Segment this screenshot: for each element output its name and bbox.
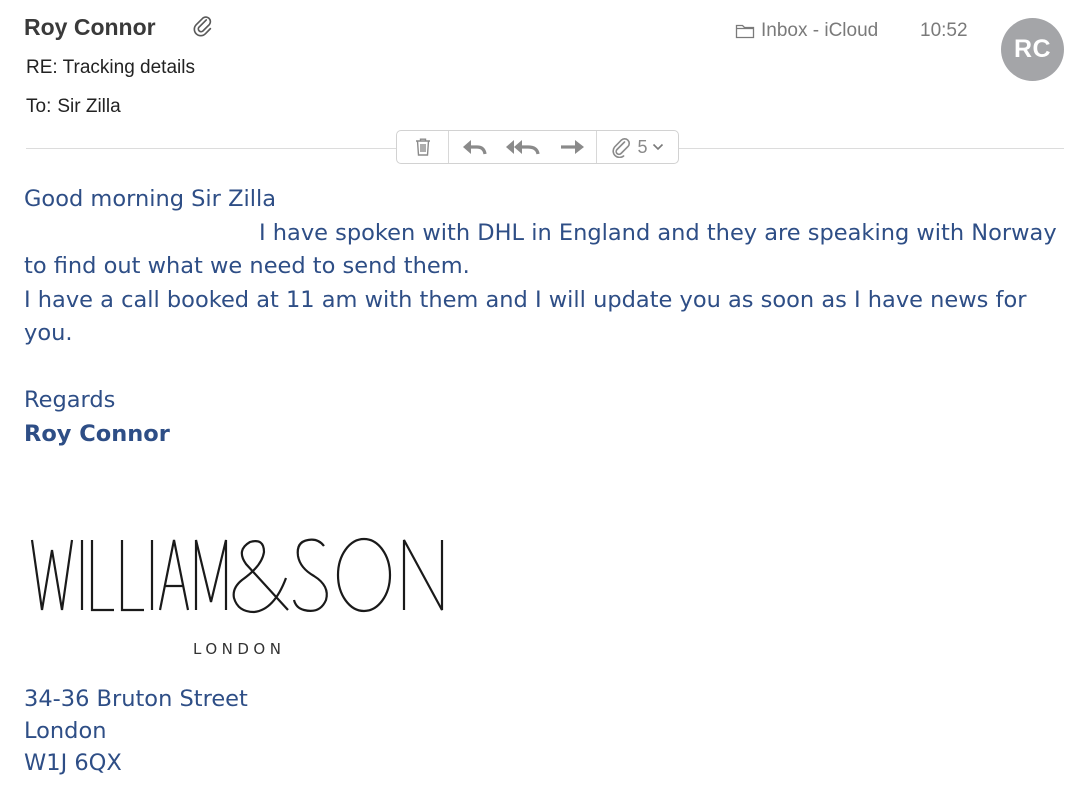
delete-button[interactable] — [397, 131, 449, 163]
attachments-button[interactable]: 5 — [597, 131, 678, 163]
message-header: Roy Connor RE: Tracking details To: Sir Z… — [0, 0, 1080, 170]
reply-actions — [449, 131, 597, 163]
reply-button[interactable] — [449, 131, 498, 163]
body-line: you. — [24, 320, 73, 346]
body-line: to find out what we need to send them. — [24, 253, 470, 279]
attachment-count: 5 — [637, 136, 648, 157]
forward-button[interactable] — [547, 131, 596, 163]
william-and-son-logo: LONDON — [30, 537, 444, 658]
folder-icon — [735, 24, 755, 39]
body-line: I have spoken with DHL in England and th… — [259, 219, 1057, 246]
greeting: Good morning Sir Zilla — [24, 186, 277, 212]
avatar[interactable]: RC — [1001, 18, 1064, 81]
chevron-down-icon — [652, 143, 663, 151]
message-toolbar: 5 — [396, 130, 679, 164]
signature-name: Roy Connor — [24, 420, 170, 447]
sender-name[interactable]: Roy Connor — [24, 14, 156, 41]
received-time: 10:52 — [920, 20, 968, 41]
subject-line: RE: Tracking details — [26, 57, 195, 78]
paperclip-icon — [193, 16, 215, 40]
mailbox-label[interactable]: Inbox - iCloud — [735, 20, 878, 42]
address-line: 34-36 Bruton Street — [24, 686, 248, 712]
mailbox-name: Inbox - iCloud — [761, 20, 879, 41]
forward-icon — [560, 140, 584, 154]
reply-icon — [462, 140, 487, 155]
message-body: Good morning Sir Zilla I have spoken wit… — [24, 183, 1064, 451]
address-line: W1J 6QX — [24, 750, 122, 776]
logo-city: LONDON — [193, 640, 285, 658]
address-line: London — [24, 718, 107, 744]
to-label: To: — [26, 96, 52, 117]
address-block: 34-36 Bruton Street London W1J 6QX — [24, 683, 248, 779]
recipient-line: To: Sir Zilla — [26, 96, 121, 118]
closing: Regards — [24, 387, 116, 413]
trash-icon — [415, 138, 430, 156]
paperclip-icon — [612, 137, 631, 158]
reply-all-button[interactable] — [498, 131, 547, 163]
body-line: I have a call booked at 11 am with them … — [24, 286, 1027, 313]
reply-all-icon — [505, 140, 540, 155]
recipient-name[interactable]: Sir Zilla — [57, 96, 120, 117]
